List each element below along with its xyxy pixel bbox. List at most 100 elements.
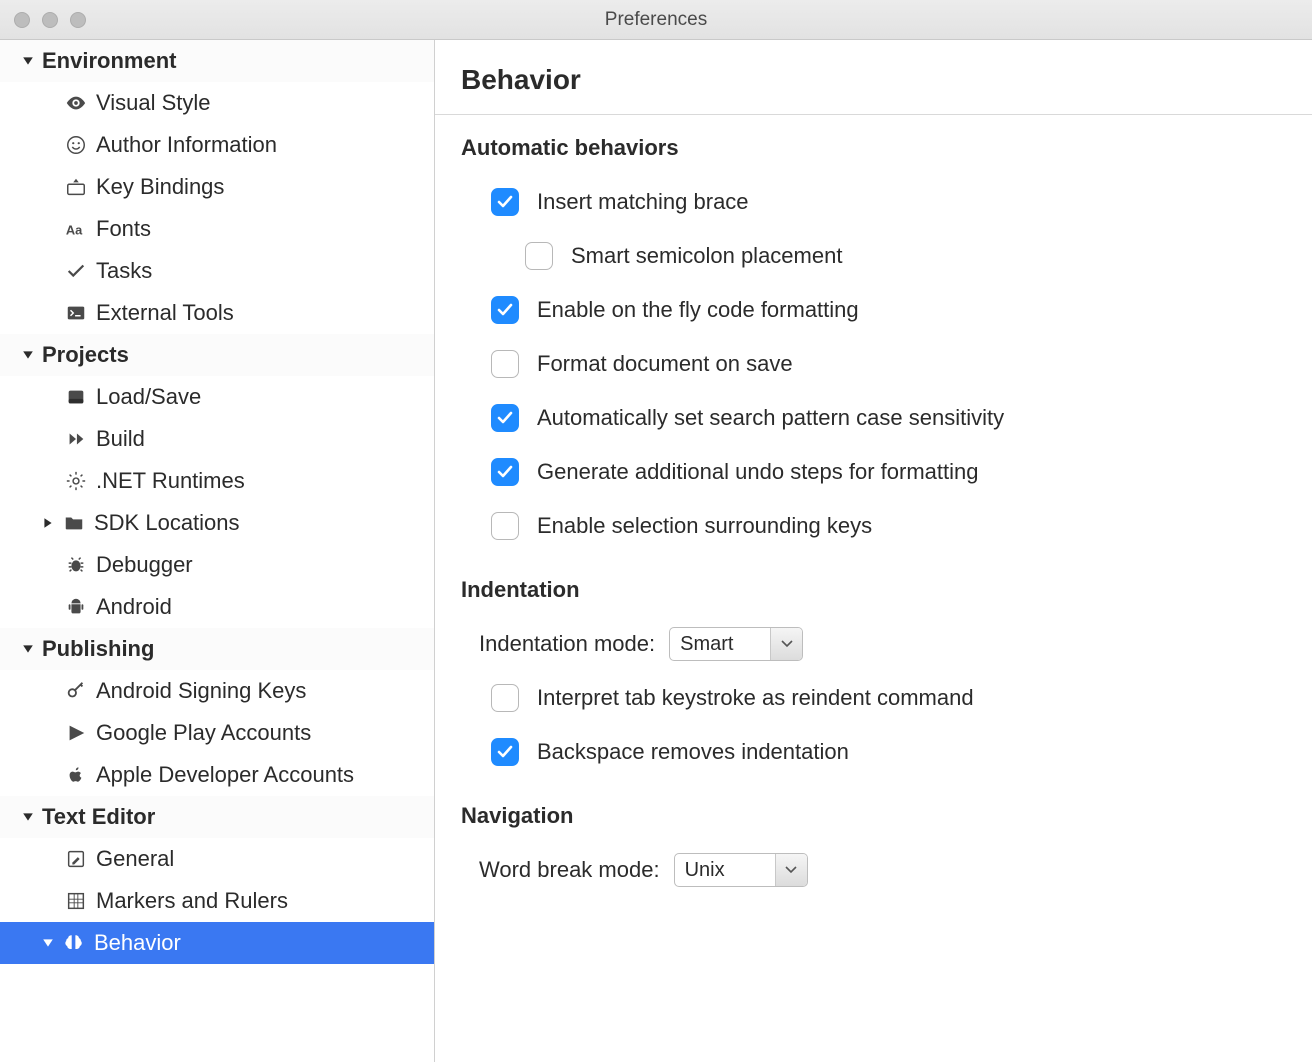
sidebar-item[interactable]: Load/Save (0, 376, 434, 418)
checkbox-smart-semicolon[interactable] (525, 242, 553, 270)
sidebar-item[interactable]: .NET Runtimes (0, 460, 434, 502)
option-row: Enable on the fly code formatting (461, 283, 1286, 337)
checkbox-format-on-save[interactable] (491, 350, 519, 378)
play-ff-icon (64, 428, 88, 450)
section-navigation: Navigation Word break mode: Unix (435, 783, 1312, 901)
sidebar-item-label: Key Bindings (96, 174, 224, 200)
ruler-grid-icon (64, 890, 88, 912)
window-title: Preferences (0, 9, 1312, 31)
option-row: Enable selection surrounding keys (461, 499, 1286, 553)
disclosure-down-icon (20, 347, 36, 363)
brain-icon (62, 932, 86, 954)
page-title: Behavior (435, 40, 1312, 115)
sidebar-category-label: Publishing (42, 636, 154, 662)
navigation-heading: Navigation (461, 803, 1286, 829)
word-break-mode-select[interactable]: Unix (674, 853, 808, 887)
checkbox-search-case[interactable] (491, 404, 519, 432)
option-label: Insert matching brace (537, 189, 749, 215)
sidebar-item-label: Android Signing Keys (96, 678, 306, 704)
option-row: Automatically set search pattern case se… (461, 391, 1286, 445)
checkbox-bs-remove-indent[interactable] (491, 738, 519, 766)
word-break-mode-label: Word break mode: (479, 857, 660, 883)
sidebar-item[interactable]: Markers and Rulers (0, 880, 434, 922)
sidebar-item[interactable]: Apple Developer Accounts (0, 754, 434, 796)
sidebar-item-label: General (96, 846, 174, 872)
automatic-heading: Automatic behaviors (461, 135, 1286, 161)
bug-icon (64, 554, 88, 576)
sidebar-item[interactable]: Android Signing Keys (0, 670, 434, 712)
apple-icon (64, 764, 88, 786)
sidebar-item[interactable]: Aa Fonts (0, 208, 434, 250)
sidebar-item[interactable]: Build (0, 418, 434, 460)
titlebar: Preferences (0, 0, 1312, 40)
sidebar-item-label: SDK Locations (94, 510, 240, 536)
checkbox-insert-matching-brace[interactable] (491, 188, 519, 216)
word-break-mode-value: Unix (675, 854, 775, 886)
indentation-heading: Indentation (461, 577, 1286, 603)
chevron-down-icon (770, 628, 802, 660)
checkbox-surround-keys[interactable] (491, 512, 519, 540)
sidebar-item[interactable]: Google Play Accounts (0, 712, 434, 754)
checkbox-tab-reindent[interactable] (491, 684, 519, 712)
option-row: Smart semicolon placement (461, 229, 1286, 283)
sidebar-item-label: Load/Save (96, 384, 201, 410)
sidebar-category[interactable]: Text Editor (0, 796, 434, 838)
checkbox-fly-formatting[interactable] (491, 296, 519, 324)
section-indentation: Indentation Indentation mode: Smart Inte… (435, 557, 1312, 783)
sidebar-item-label: Build (96, 426, 145, 452)
disk-icon (64, 386, 88, 408)
sidebar-item[interactable]: External Tools (0, 292, 434, 334)
preferences-sidebar[interactable]: Environment Visual Style Author Informatio… (0, 40, 435, 1062)
zoom-window-button[interactable] (70, 12, 86, 28)
sidebar-item[interactable]: Android (0, 586, 434, 628)
sidebar-item-label: Fonts (96, 216, 151, 242)
option-label: Backspace removes indentation (537, 739, 849, 765)
sidebar-item-label: Debugger (96, 552, 193, 578)
pencil-box-icon (64, 848, 88, 870)
android-icon (64, 596, 88, 618)
disclosure-right-icon (40, 515, 56, 531)
sidebar-item-label: External Tools (96, 300, 234, 326)
option-label: Enable selection surrounding keys (537, 513, 872, 539)
sidebar-category-label: Projects (42, 342, 129, 368)
sidebar-item[interactable]: General (0, 838, 434, 880)
option-label: Format document on save (537, 351, 793, 377)
sidebar-item[interactable]: SDK Locations (0, 502, 434, 544)
sidebar-item-label: Visual Style (96, 90, 211, 116)
aa-icon: Aa (64, 218, 88, 240)
sidebar-item[interactable]: Tasks (0, 250, 434, 292)
sidebar-item-label: Markers and Rulers (96, 888, 288, 914)
sidebar-category-label: Text Editor (42, 804, 155, 830)
indentation-mode-select[interactable]: Smart (669, 627, 803, 661)
svg-text:Aa: Aa (66, 223, 83, 238)
option-row: Generate additional undo steps for forma… (461, 445, 1286, 499)
disclosure-down-icon (20, 809, 36, 825)
sidebar-item[interactable]: Author Information (0, 124, 434, 166)
smiley-icon (64, 134, 88, 156)
option-row: Backspace removes indentation (461, 725, 1286, 779)
minimize-window-button[interactable] (42, 12, 58, 28)
option-row: Format document on save (461, 337, 1286, 391)
sidebar-item[interactable]: Visual Style (0, 82, 434, 124)
sidebar-item-label: Author Information (96, 132, 277, 158)
sidebar-category[interactable]: Projects (0, 334, 434, 376)
check-icon (64, 260, 88, 282)
disclosure-down-icon (20, 53, 36, 69)
sidebar-category[interactable]: Publishing (0, 628, 434, 670)
checkbox-undo-steps[interactable] (491, 458, 519, 486)
key-icon (64, 680, 88, 702)
sidebar-item[interactable]: Key Bindings (0, 166, 434, 208)
folder-icon (62, 512, 86, 534)
sidebar-item[interactable]: Behavior (0, 922, 434, 964)
sidebar-category[interactable]: Environment (0, 40, 434, 82)
option-label: Interpret tab keystroke as reindent comm… (537, 685, 974, 711)
terminal-icon (64, 302, 88, 324)
option-label: Smart semicolon placement (571, 243, 842, 269)
option-label: Automatically set search pattern case se… (537, 405, 1004, 431)
sidebar-item-label: Apple Developer Accounts (96, 762, 354, 788)
play-triangle-icon (64, 722, 88, 744)
close-window-button[interactable] (14, 12, 30, 28)
sidebar-item[interactable]: Debugger (0, 544, 434, 586)
option-label: Enable on the fly code formatting (537, 297, 859, 323)
indentation-mode-value: Smart (670, 628, 770, 660)
